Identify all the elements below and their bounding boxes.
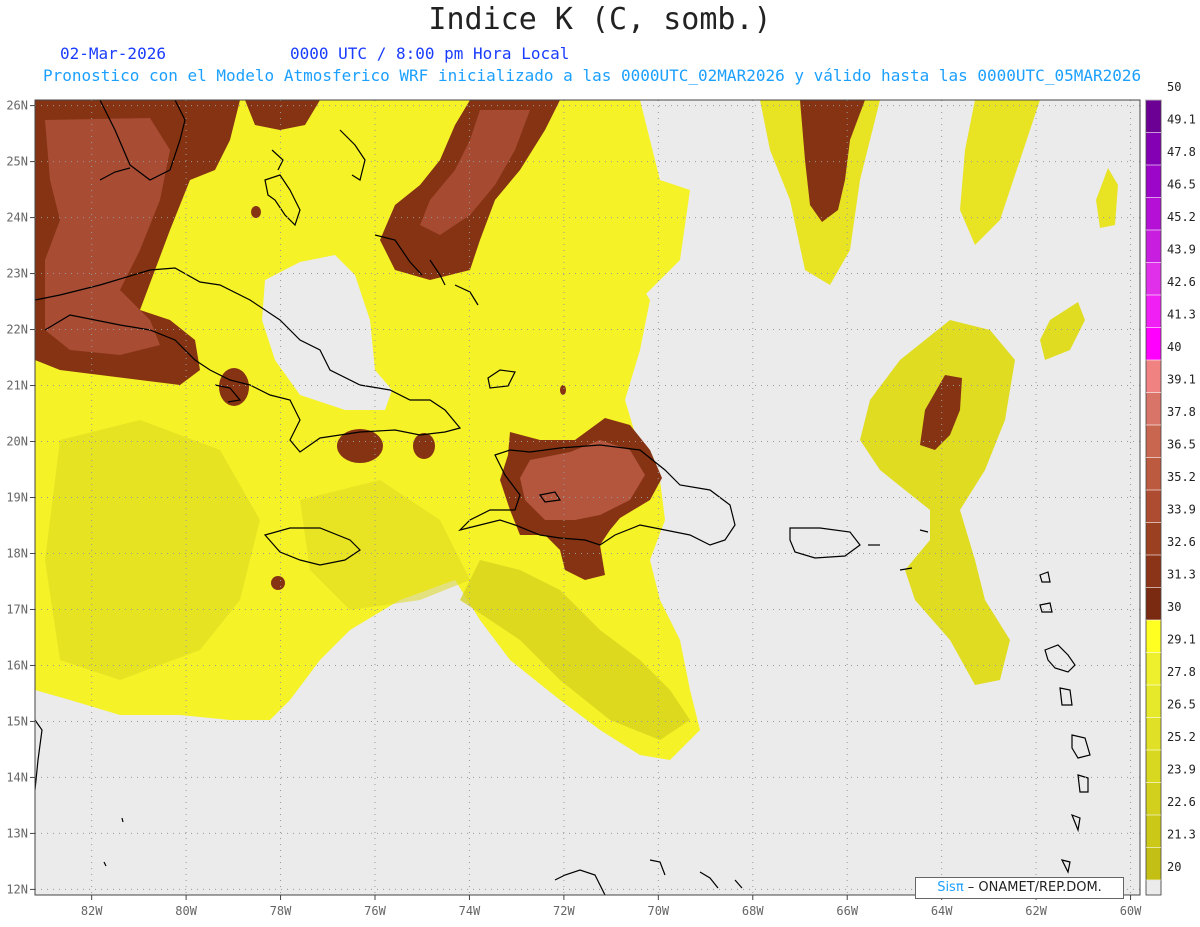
colorbar-segment: [1146, 327, 1161, 360]
tick-label-lon: 64W: [931, 904, 953, 918]
colorbar-segment: [1146, 262, 1161, 295]
colorbar-label: 20: [1167, 860, 1181, 874]
tick-label-lat: 23N: [6, 267, 28, 281]
colorbar-label: 43.9: [1167, 243, 1196, 257]
tick-label-lat: 17N: [6, 602, 28, 616]
tick-label-lon: 82W: [81, 904, 103, 918]
tick-label-lat: 16N: [6, 658, 28, 672]
colorbar-segment: [1146, 717, 1161, 750]
colorbar-label: 33.9: [1167, 503, 1196, 517]
tick-label-lat: 15N: [6, 714, 28, 728]
colorbar-segment: [1146, 165, 1161, 198]
tick-label-lon: 70W: [647, 904, 669, 918]
tick-label-lat: 13N: [6, 826, 28, 840]
colorbar-segment: [1146, 197, 1161, 230]
k-index-high-cuba-east-2: [413, 433, 435, 459]
colorbar-segment: [1146, 555, 1161, 588]
colorbar-label: 49.1: [1167, 113, 1196, 127]
tick-label-lat: 14N: [6, 770, 28, 784]
k-index-high-spot-2: [271, 576, 285, 590]
colorbar-label: 37.8: [1167, 405, 1196, 419]
tick-label-lat: 12N: [6, 882, 28, 896]
credit-brand: Sisπ: [937, 880, 964, 895]
colorbar-label: 35.2: [1167, 470, 1196, 484]
colorbar-label: 39.1: [1167, 373, 1196, 387]
tick-label-lon: 60W: [1120, 904, 1142, 918]
colorbar-segment: [1146, 782, 1161, 815]
colorbar-label: 32.6: [1167, 535, 1196, 549]
tick-label-lon: 80W: [175, 904, 197, 918]
colorbar-segment: [1146, 425, 1161, 458]
colorbar-label: 40: [1167, 340, 1181, 354]
colorbar-segment: [1146, 392, 1161, 425]
tick-label-lon: 68W: [742, 904, 764, 918]
colorbar-segment: [1146, 652, 1161, 685]
colorbar-label: 46.5: [1167, 178, 1196, 192]
k-index-high-spot-1: [251, 206, 261, 218]
tick-label-lon: 62W: [1025, 904, 1047, 918]
tick-label-lat: 21N: [6, 379, 28, 393]
tick-label-lat: 19N: [6, 491, 28, 505]
colorbar-label: 26.5: [1167, 698, 1196, 712]
colorbar-label: 27.8: [1167, 665, 1196, 679]
colorbar-segment: [1146, 230, 1161, 263]
colorbar-label: 36.5: [1167, 438, 1196, 452]
credit-text: – ONAMET/REP.DOM.: [963, 880, 1102, 895]
tick-label-lat: 20N: [6, 435, 28, 449]
credit-box: Sisπ – ONAMET/REP.DOM.: [915, 877, 1124, 899]
colorbar-label: 45.2: [1167, 210, 1196, 224]
colorbar-segment: [1145, 879, 1162, 896]
tick-label-lon: 76W: [364, 904, 386, 918]
colorbar-segment: [1146, 490, 1161, 523]
tick-label-lat: 24N: [6, 211, 28, 225]
tick-label-lon: 74W: [459, 904, 481, 918]
colorbar-label: 31.3: [1167, 568, 1196, 582]
tick-label-lat: 22N: [6, 323, 28, 337]
colorbar-segment: [1146, 587, 1161, 620]
colorbar-label: 42.6: [1167, 275, 1196, 289]
colorbar-label: 41.3: [1167, 308, 1196, 322]
tick-label-lat: 18N: [6, 546, 28, 560]
weather-map: 82W 80W 78W 76W 74W 72W 70W 68W 66W 64W 62W 60W 12N 1…: [6, 80, 1196, 918]
colorbar-segment: [1146, 132, 1161, 165]
tick-label-lat: 26N: [6, 99, 28, 113]
tick-label-lon: 78W: [270, 904, 292, 918]
colorbar-segment: [1146, 457, 1161, 490]
colorbar-segment: [1146, 685, 1161, 718]
colorbar-label: 22.6: [1167, 795, 1196, 809]
colorbar-segment: [1146, 360, 1161, 393]
k-index-high-spot-3: [560, 385, 566, 395]
colorbar-segment: [1146, 100, 1161, 133]
colorbar-segment: [1146, 750, 1161, 783]
colorbar-label: 23.9: [1167, 763, 1196, 777]
colorbar-label: 25.2: [1167, 730, 1196, 744]
colorbar: 20 21.3 22.6 23.9 25.2 26.5 27.8 29.1 30 31.3 32.6…: [1145, 80, 1196, 896]
colorbar-label: 21.3: [1167, 828, 1196, 842]
colorbar-label: 50: [1167, 80, 1181, 94]
tick-label-lon: 66W: [836, 904, 858, 918]
colorbar-label: 29.1: [1167, 633, 1196, 647]
colorbar-label: 30: [1167, 600, 1181, 614]
tick-label-lon: 72W: [553, 904, 575, 918]
colorbar-segment: [1146, 295, 1161, 328]
colorbar-label: 47.8: [1167, 145, 1196, 159]
tick-label-lat: 25N: [6, 155, 28, 169]
colorbar-segment: [1146, 847, 1161, 880]
colorbar-segment: [1146, 815, 1161, 848]
colorbar-segment: [1146, 522, 1161, 555]
colorbar-segment: [1146, 620, 1161, 653]
